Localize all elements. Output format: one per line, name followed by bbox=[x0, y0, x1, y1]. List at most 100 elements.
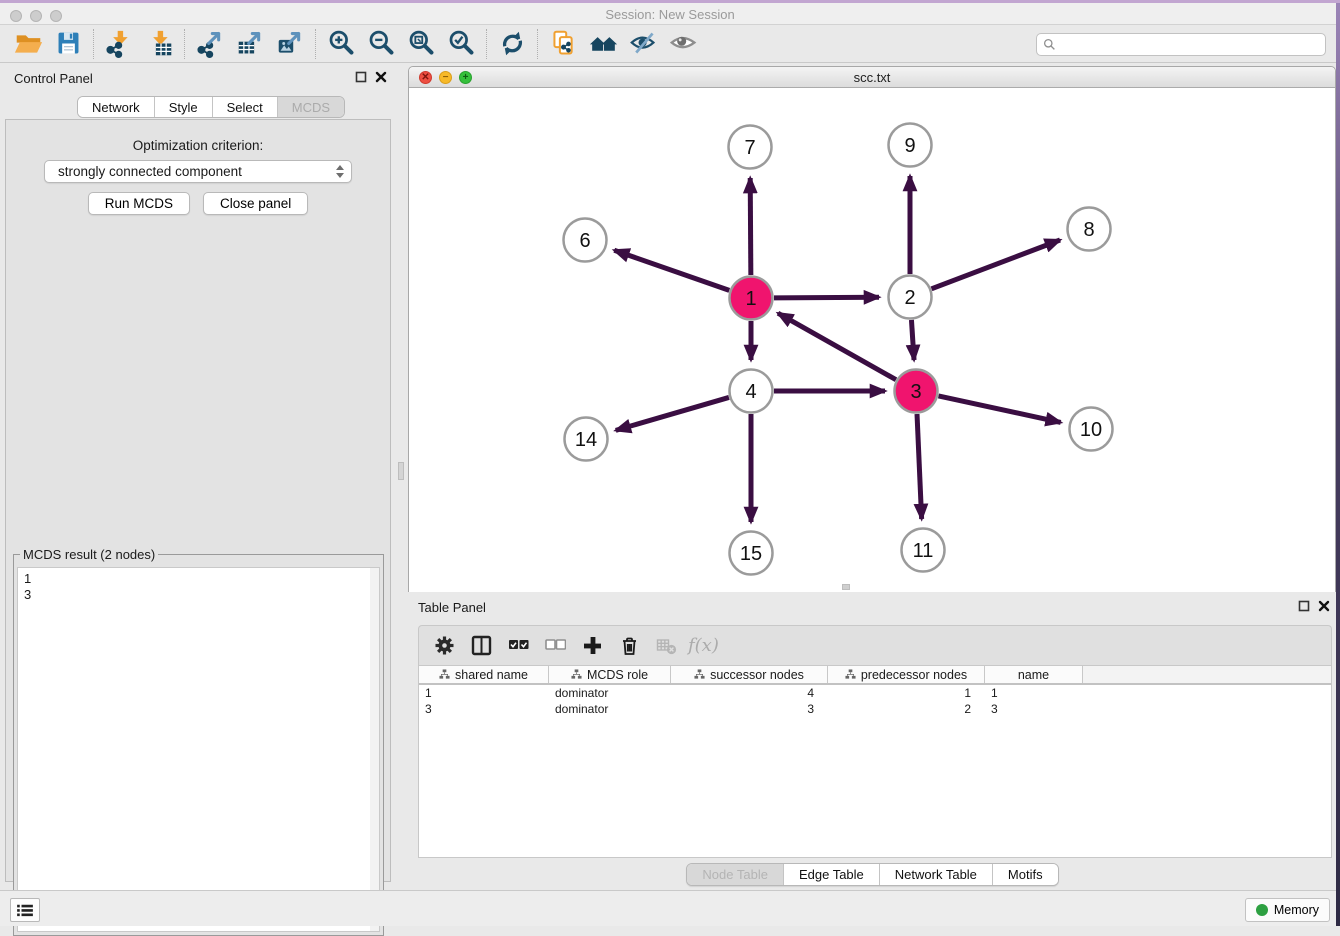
node-6[interactable]: 6 bbox=[564, 219, 607, 262]
cell-MCDS-role[interactable]: dominator bbox=[549, 701, 671, 717]
column-header-filler bbox=[1083, 666, 1331, 683]
save-session-button[interactable] bbox=[48, 28, 88, 60]
show-columns-button[interactable] bbox=[466, 631, 496, 661]
export-network-button[interactable] bbox=[190, 28, 230, 60]
panel-splitter-handle[interactable] bbox=[398, 462, 404, 480]
show-all-button[interactable] bbox=[663, 28, 703, 60]
delete-columns-button[interactable] bbox=[614, 631, 644, 661]
export-image-button[interactable] bbox=[270, 28, 310, 60]
tab-node-table[interactable]: Node Table bbox=[687, 864, 783, 885]
float-panel-icon[interactable] bbox=[355, 71, 367, 83]
cell-name[interactable]: 3 bbox=[985, 701, 1083, 717]
tab-select[interactable]: Select bbox=[212, 97, 277, 117]
search-input[interactable] bbox=[1060, 38, 1325, 52]
close-panel-button[interactable]: Close panel bbox=[203, 192, 308, 215]
toolbar-separator bbox=[93, 29, 94, 59]
node-4[interactable]: 4 bbox=[730, 370, 773, 413]
function-builder-button[interactable]: f(x) bbox=[688, 631, 719, 661]
edge-3-11[interactable] bbox=[917, 414, 922, 519]
node-7[interactable]: 7 bbox=[729, 126, 772, 169]
select-all-button[interactable] bbox=[503, 631, 533, 661]
memory-label: Memory bbox=[1274, 903, 1319, 917]
edge-1-6[interactable] bbox=[614, 250, 729, 290]
memory-button[interactable]: Memory bbox=[1245, 898, 1330, 922]
close-panel-icon[interactable] bbox=[375, 71, 387, 83]
tab-network-table[interactable]: Network Table bbox=[879, 864, 992, 885]
edge-2-8[interactable] bbox=[932, 240, 1061, 289]
node-1[interactable]: 1 bbox=[730, 277, 773, 320]
hide-selected-button[interactable] bbox=[623, 28, 663, 60]
duplicate-network-button[interactable] bbox=[543, 28, 583, 60]
zoom-in-button[interactable] bbox=[321, 28, 361, 60]
new-column-button[interactable] bbox=[577, 631, 607, 661]
canvas-scroll-thumb[interactable] bbox=[842, 584, 850, 590]
column-header-predecessor-nodes[interactable]: predecessor nodes bbox=[828, 666, 985, 683]
run-mcds-button[interactable]: Run MCDS bbox=[88, 192, 190, 215]
tab-mcds[interactable]: MCDS bbox=[277, 97, 344, 117]
deselect-all-button[interactable] bbox=[540, 631, 570, 661]
mcds-result-scrollbar[interactable] bbox=[370, 568, 379, 931]
node-11[interactable]: 11 bbox=[902, 529, 945, 572]
node-14[interactable]: 14 bbox=[565, 418, 608, 461]
edge-3-1[interactable] bbox=[778, 313, 896, 379]
toolbar-separator bbox=[184, 29, 185, 59]
edge-4-14[interactable] bbox=[616, 397, 729, 430]
cell-predecessor-nodes[interactable]: 1 bbox=[828, 685, 985, 701]
node-8[interactable]: 8 bbox=[1068, 208, 1111, 251]
cell-name[interactable]: 1 bbox=[985, 685, 1083, 701]
tab-edge-table[interactable]: Edge Table bbox=[783, 864, 879, 885]
network-window-titlebar[interactable]: ✕ − + scc.txt bbox=[409, 67, 1335, 88]
node-label: 2 bbox=[904, 287, 915, 309]
first-neighbors-button[interactable] bbox=[583, 28, 623, 60]
criterion-select[interactable]: strongly connected component bbox=[44, 160, 352, 183]
refresh-view-button[interactable] bbox=[492, 28, 532, 60]
cell-successor-nodes[interactable]: 3 bbox=[671, 701, 828, 717]
import-network-file-button[interactable] bbox=[99, 28, 139, 60]
table-mode-button[interactable] bbox=[429, 631, 459, 661]
table-row[interactable]: 3dominator323 bbox=[419, 701, 1331, 717]
control-panel-tabs: NetworkStyleSelectMCDS bbox=[77, 96, 345, 118]
criterion-value: strongly connected component bbox=[58, 164, 242, 179]
column-header-shared-name[interactable]: shared name bbox=[419, 666, 549, 683]
cell-shared-name[interactable]: 1 bbox=[419, 685, 549, 701]
float-table-panel-icon[interactable] bbox=[1298, 600, 1310, 612]
column-header-name[interactable]: name bbox=[985, 666, 1083, 683]
node-label: 8 bbox=[1083, 219, 1094, 241]
table-header-row: shared nameMCDS rolesuccessor nodesprede… bbox=[419, 666, 1331, 685]
tab-style[interactable]: Style bbox=[154, 97, 212, 117]
delete-table-button[interactable] bbox=[651, 631, 681, 661]
node-table[interactable]: shared nameMCDS rolesuccessor nodesprede… bbox=[418, 665, 1332, 858]
node-15[interactable]: 15 bbox=[730, 532, 773, 575]
table-panel: Table Panel f(x) shared nameMCDS rolesuc… bbox=[405, 592, 1340, 890]
zoom-selected-button[interactable] bbox=[441, 28, 481, 60]
import-table-file-button[interactable] bbox=[139, 28, 179, 60]
zoom-out-button[interactable] bbox=[361, 28, 401, 60]
node-10[interactable]: 10 bbox=[1070, 408, 1113, 451]
cell-shared-name[interactable]: 3 bbox=[419, 701, 549, 717]
zoom-fit-button[interactable] bbox=[401, 28, 441, 60]
network-canvas[interactable]: 7 9 6 8 1 2 4 3 14 10 15 11 bbox=[409, 89, 1335, 592]
table-row[interactable]: 1dominator411 bbox=[419, 685, 1331, 701]
edge-1-2[interactable] bbox=[774, 297, 879, 298]
mcds-result-text[interactable]: 13 bbox=[17, 567, 380, 932]
open-file-button[interactable] bbox=[8, 28, 48, 60]
cell-successor-nodes[interactable]: 4 bbox=[671, 685, 828, 701]
column-header-successor-nodes[interactable]: successor nodes bbox=[671, 666, 828, 683]
task-history-button[interactable] bbox=[10, 898, 40, 922]
close-table-panel-icon[interactable] bbox=[1318, 600, 1330, 612]
cell-MCDS-role[interactable]: dominator bbox=[549, 685, 671, 701]
node-3[interactable]: 3 bbox=[895, 370, 938, 413]
network-graph[interactable]: 7 9 6 8 1 2 4 3 14 10 15 11 bbox=[409, 89, 1335, 592]
tab-motifs[interactable]: Motifs bbox=[992, 864, 1058, 885]
edge-2-3[interactable] bbox=[911, 320, 914, 360]
edge-3-10[interactable] bbox=[938, 396, 1060, 423]
node-2[interactable]: 2 bbox=[889, 276, 932, 319]
cell-predecessor-nodes[interactable]: 2 bbox=[828, 701, 985, 717]
node-9[interactable]: 9 bbox=[889, 124, 932, 167]
export-table-button[interactable] bbox=[230, 28, 270, 60]
column-header-MCDS-role[interactable]: MCDS role bbox=[549, 666, 671, 683]
list-icon bbox=[16, 903, 34, 917]
edge-1-7[interactable] bbox=[750, 178, 751, 275]
tab-network[interactable]: Network bbox=[78, 97, 154, 117]
search-box[interactable] bbox=[1036, 33, 1326, 56]
